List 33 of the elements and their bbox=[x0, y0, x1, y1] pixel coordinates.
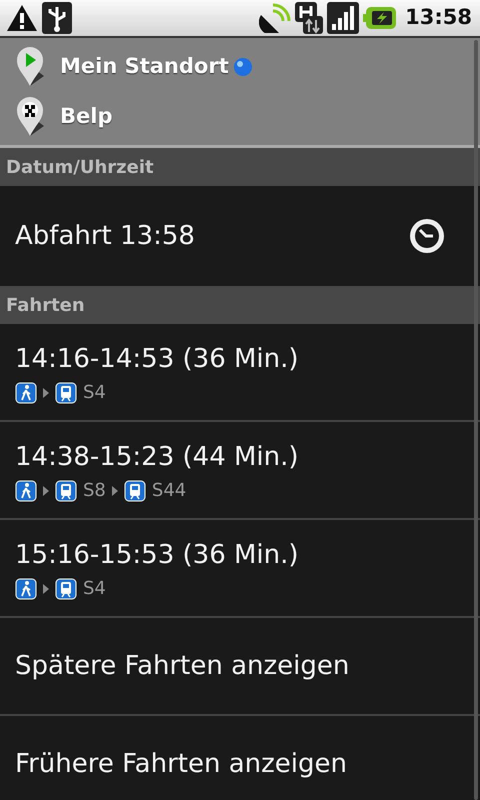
walking-person-icon bbox=[15, 382, 37, 404]
section-header: Datum/Uhrzeit bbox=[0, 148, 480, 186]
warning-icon bbox=[6, 3, 38, 33]
route-point-label[interactable]: Mein Standort bbox=[60, 51, 229, 83]
clock-icon bbox=[408, 217, 446, 255]
line-label: S4 bbox=[83, 381, 106, 406]
more-trips-link[interactable]: Spätere Fahrten anzeigen bbox=[15, 646, 350, 686]
line-label: S4 bbox=[83, 577, 106, 602]
train-icon bbox=[124, 480, 146, 502]
section-header: Fahrten bbox=[0, 286, 480, 324]
satellite-icon bbox=[259, 3, 292, 33]
walking-person-icon bbox=[15, 578, 37, 600]
arrow-icon bbox=[43, 584, 49, 594]
walking-person-icon bbox=[15, 480, 37, 502]
trip-time: 14:16-14:53 (36 Min.) bbox=[15, 344, 300, 376]
clock: 13:58 bbox=[405, 4, 472, 32]
trip-time: 15:16-15:53 (36 Min.) bbox=[15, 540, 300, 572]
line-label: S8 bbox=[83, 479, 106, 504]
train-icon bbox=[55, 480, 77, 502]
usb-icon bbox=[42, 2, 72, 34]
train-icon bbox=[55, 578, 77, 600]
arrow-icon bbox=[112, 486, 118, 496]
line-label: S44 bbox=[152, 479, 186, 504]
trip-time: 14:38-15:23 (44 Min.) bbox=[15, 442, 300, 474]
route-point-label[interactable]: Belp bbox=[60, 101, 112, 133]
more-trips-link[interactable]: Frühere Fahrten anzeigen bbox=[15, 744, 347, 784]
data-h-icon bbox=[295, 2, 324, 34]
battery-icon bbox=[363, 6, 398, 30]
train-icon bbox=[55, 382, 77, 404]
arrow-icon bbox=[43, 388, 49, 398]
arrow-icon bbox=[43, 486, 49, 496]
signal-icon bbox=[327, 2, 360, 34]
departure-label[interactable]: Abfahrt 13:58 bbox=[15, 216, 195, 256]
